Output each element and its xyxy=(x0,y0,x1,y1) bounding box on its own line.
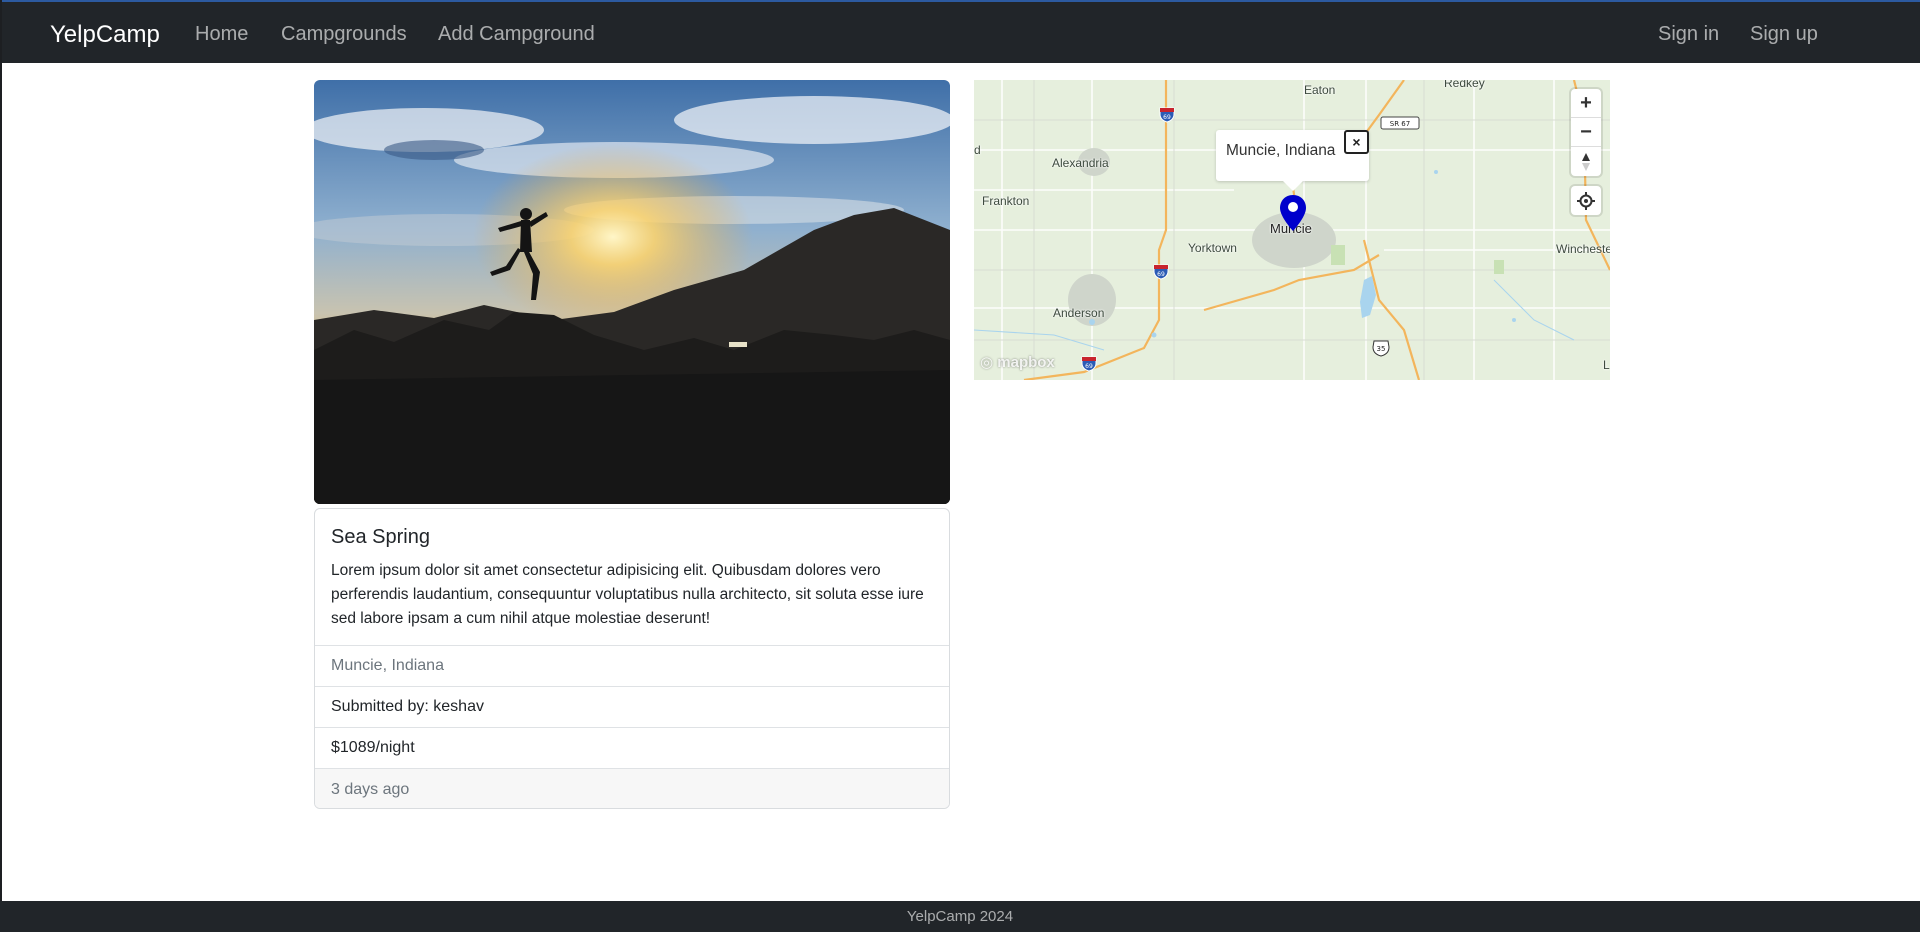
map-place-eaton: Eaton xyxy=(1304,83,1336,97)
mapbox-logo[interactable]: ◎ mapbox xyxy=(980,353,1055,371)
campground-title: Sea Spring xyxy=(331,526,430,548)
map-place-partial-right: L xyxy=(1603,358,1610,372)
map-zoom-controls: + − xyxy=(1571,89,1601,176)
window-left-edge xyxy=(0,0,2,932)
nav-add-campground-link[interactable]: Add Campground xyxy=(438,23,595,46)
campground-posted-time: 3 days ago xyxy=(315,769,949,808)
campground-description: Lorem ipsum dolor sit amet consectetur a… xyxy=(331,562,924,627)
interstate-shield-label: 69 xyxy=(1163,114,1171,121)
state-route-shield-label: SR 67 xyxy=(1390,120,1410,128)
state-route-shield-icon: SR 67 xyxy=(1380,116,1420,130)
campground-image xyxy=(314,80,950,504)
geolocate-button[interactable] xyxy=(1571,186,1601,215)
campground-price: $1089/night xyxy=(315,728,949,769)
zoom-in-button[interactable]: + xyxy=(1571,89,1601,118)
campground-author: Submitted by: keshav xyxy=(315,687,949,728)
map-place-frankton: Frankton xyxy=(982,194,1030,208)
location-marker-icon[interactable] xyxy=(1279,194,1307,232)
interstate-shield-icon: 69 xyxy=(1081,356,1097,372)
geolocate-icon xyxy=(1577,191,1595,210)
compass-icon xyxy=(1582,152,1590,171)
map-place-partial-left: d xyxy=(974,143,981,157)
map-place-winchester: Winchester xyxy=(1556,242,1610,256)
navbar: YelpCamp Home Campgrounds Add Campground… xyxy=(0,2,1920,63)
interstate-shield-icon: 69 xyxy=(1159,107,1175,123)
interstate-shield-label: 69 xyxy=(1085,363,1093,370)
page-footer: YelpCamp 2024 xyxy=(0,901,1920,932)
us-route-shield-label: 35 xyxy=(1377,345,1386,353)
footer-text: YelpCamp 2024 xyxy=(906,908,1014,925)
sign-in-link[interactable]: Sign in xyxy=(1658,23,1719,46)
interstate-shield-icon: 69 xyxy=(1153,264,1169,280)
map-place-redkey: Redkey xyxy=(1444,80,1485,90)
map-popup: Muncie, Indiana × xyxy=(1216,130,1369,191)
zoom-out-button[interactable]: − xyxy=(1571,118,1601,147)
brand-link[interactable]: YelpCamp xyxy=(50,21,160,49)
nav-campgrounds-link[interactable]: Campgrounds xyxy=(281,23,407,46)
campground-card: Sea Spring Lorem ipsum dolor sit amet co… xyxy=(314,508,950,809)
campground-location: Muncie, Indiana xyxy=(315,646,949,687)
map-place-anderson: Anderson xyxy=(1053,306,1105,320)
map-popup-text: Muncie, Indiana xyxy=(1226,142,1336,159)
compass-button[interactable] xyxy=(1571,147,1601,176)
popup-close-button[interactable]: × xyxy=(1344,130,1369,154)
mapbox-logo-icon: ◎ xyxy=(980,354,994,371)
popup-tip xyxy=(1283,181,1303,191)
interstate-shield-label: 69 xyxy=(1157,271,1165,278)
map-place-alexandria: Alexandria xyxy=(1052,156,1109,170)
us-route-shield-icon: 35 xyxy=(1372,340,1390,357)
card-body: Sea Spring Lorem ipsum dolor sit amet co… xyxy=(315,509,949,646)
campground-map[interactable]: Eaton Redkey Alexandria Frankton Yorktow… xyxy=(974,80,1610,380)
mapbox-logo-text: mapbox xyxy=(997,354,1055,371)
sign-up-link[interactable]: Sign up xyxy=(1750,23,1818,46)
nav-home-link[interactable]: Home xyxy=(195,23,248,46)
map-place-yorktown: Yorktown xyxy=(1188,241,1237,255)
